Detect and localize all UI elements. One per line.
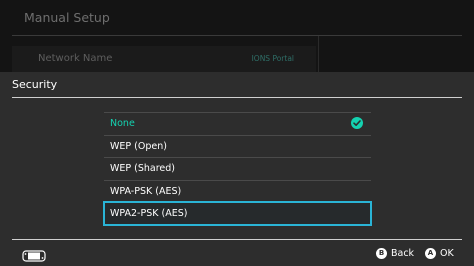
b-button-icon: B [376, 247, 387, 259]
background-page: Manual Setup Network Name IONS Portal [0, 0, 474, 72]
back-label: Back [391, 247, 415, 259]
network-name-label: Network Name [38, 53, 113, 64]
handheld-console-icon [22, 247, 46, 262]
option-label: None [110, 118, 135, 129]
option-label: WPA2-PSK (AES) [110, 208, 188, 219]
background-page-title: Manual Setup [24, 10, 110, 25]
option-wep-open[interactable]: WEP (Open) [104, 134, 371, 158]
option-wpa-psk-aes[interactable]: WPA-PSK (AES) [104, 179, 371, 203]
background-title-divider [12, 35, 462, 36]
network-name-row: Network Name IONS Portal [12, 46, 316, 72]
check-circle-icon [351, 117, 363, 129]
a-button-icon: A [425, 247, 436, 259]
option-wpa2-psk-aes[interactable]: WPA2-PSK (AES) [103, 201, 372, 226]
screen: Manual Setup Network Name IONS Portal Se… [0, 0, 474, 266]
option-label: WEP (Open) [110, 140, 167, 152]
footer-divider [12, 239, 462, 240]
option-wep-shared[interactable]: WEP (Shared) [104, 157, 371, 180]
background-column-divider [318, 36, 319, 72]
security-dialog: Security None WEP (Open) WEP (Shared) WP… [0, 72, 474, 266]
network-name-value: IONS Portal [251, 54, 294, 63]
ok-label: OK [440, 247, 454, 259]
option-label: WEP (Shared) [110, 163, 176, 174]
back-button[interactable]: B Back [376, 246, 414, 260]
dialog-title-divider [12, 97, 462, 98]
ok-button[interactable]: A OK [425, 246, 454, 260]
security-options-list: None WEP (Open) WEP (Shared) WPA-PSK (AE… [103, 112, 372, 226]
option-label: WPA-PSK (AES) [110, 185, 182, 197]
option-none[interactable]: None [104, 112, 371, 135]
dialog-title: Security [12, 78, 58, 91]
